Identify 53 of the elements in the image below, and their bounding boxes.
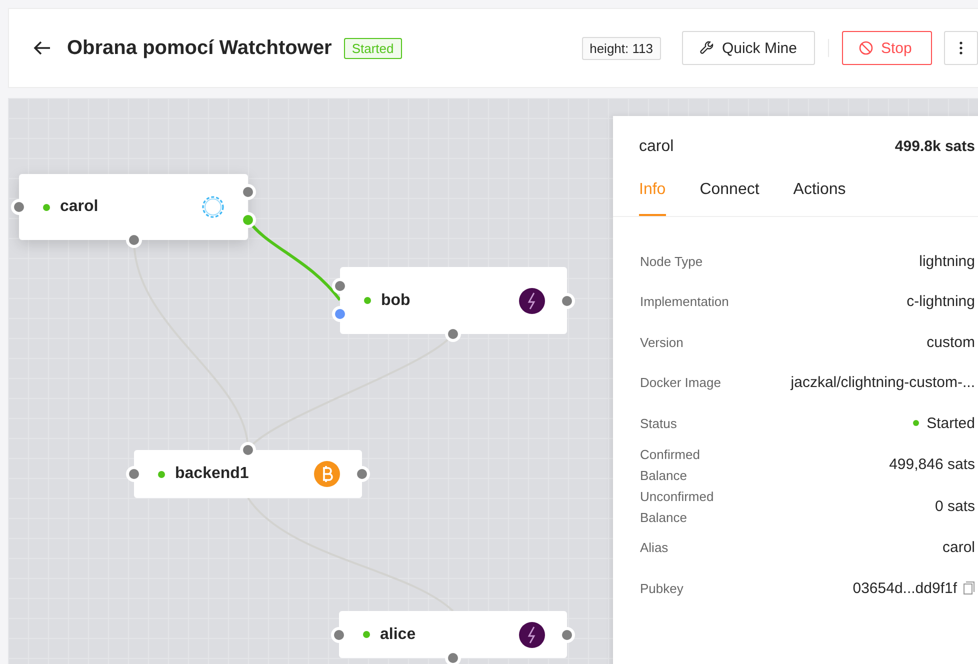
field-value: 0 sats <box>934 498 975 515</box>
field-label: Version <box>640 334 684 352</box>
node-title: carol <box>639 138 674 156</box>
lightning-icon <box>519 622 545 648</box>
field-value: custom <box>926 334 975 351</box>
field-value: 03654d...dd9f1f <box>852 580 957 597</box>
node-name: alice <box>380 626 417 644</box>
node-card[interactable]: alice <box>339 611 567 658</box>
wrench-icon <box>700 41 714 55</box>
port-handle[interactable] <box>354 466 370 482</box>
field-label: Pubkey <box>640 580 684 598</box>
port-handle[interactable] <box>240 442 256 458</box>
port-handle[interactable] <box>332 306 348 322</box>
lightning-icon <box>519 288 545 314</box>
field-value: lightning <box>919 252 975 270</box>
field-value: 499,846 sats <box>889 456 975 473</box>
port-handle[interactable] <box>126 466 142 482</box>
panel-tab[interactable]: Actions <box>793 169 846 216</box>
field-label: Implementation <box>640 293 730 312</box>
field-label: Node Type <box>640 252 704 271</box>
field-value: carol <box>942 539 975 556</box>
field-value: jaczkal/clightning-custom-... <box>790 374 975 392</box>
stop-icon <box>859 41 873 55</box>
more-icon <box>959 41 963 55</box>
back-button[interactable] <box>33 41 51 55</box>
panel-tab[interactable]: Connect <box>700 169 760 216</box>
field-label: Unconfirmed Balance <box>640 488 715 526</box>
port-handle[interactable] <box>11 199 27 215</box>
field-label: Docker Image <box>640 374 722 392</box>
node-card[interactable]: backend1 <box>134 450 362 498</box>
block-height-tag: height: 113 <box>582 36 661 60</box>
field-label: Confirmed Balance <box>640 446 701 484</box>
node-name: carol <box>60 198 100 216</box>
bitcoin-icon <box>314 461 340 487</box>
field-value: c-lightning <box>906 293 975 310</box>
port-handle[interactable] <box>240 184 256 200</box>
back-arrow-icon <box>33 41 51 55</box>
status-tag: Started <box>344 38 402 58</box>
copy-button[interactable] <box>963 581 975 596</box>
node-name: backend1 <box>175 465 250 483</box>
port-handle[interactable] <box>126 232 142 248</box>
node-card[interactable]: bob <box>340 267 567 334</box>
node-card[interactable]: carol <box>19 174 248 240</box>
node-balance: 499.8k sats <box>894 138 975 156</box>
port-handle[interactable] <box>445 650 461 664</box>
node-name: bob <box>381 292 412 310</box>
page-title: Obrana pomocí Watchtower <box>67 36 332 60</box>
copy-icon <box>963 581 975 596</box>
field-label: Status <box>640 414 678 433</box>
loading-icon <box>200 194 226 220</box>
field-value: Started <box>926 414 975 432</box>
quick-mine-button[interactable]: Quick Mine <box>682 31 815 65</box>
field-label: Alias <box>640 539 670 558</box>
